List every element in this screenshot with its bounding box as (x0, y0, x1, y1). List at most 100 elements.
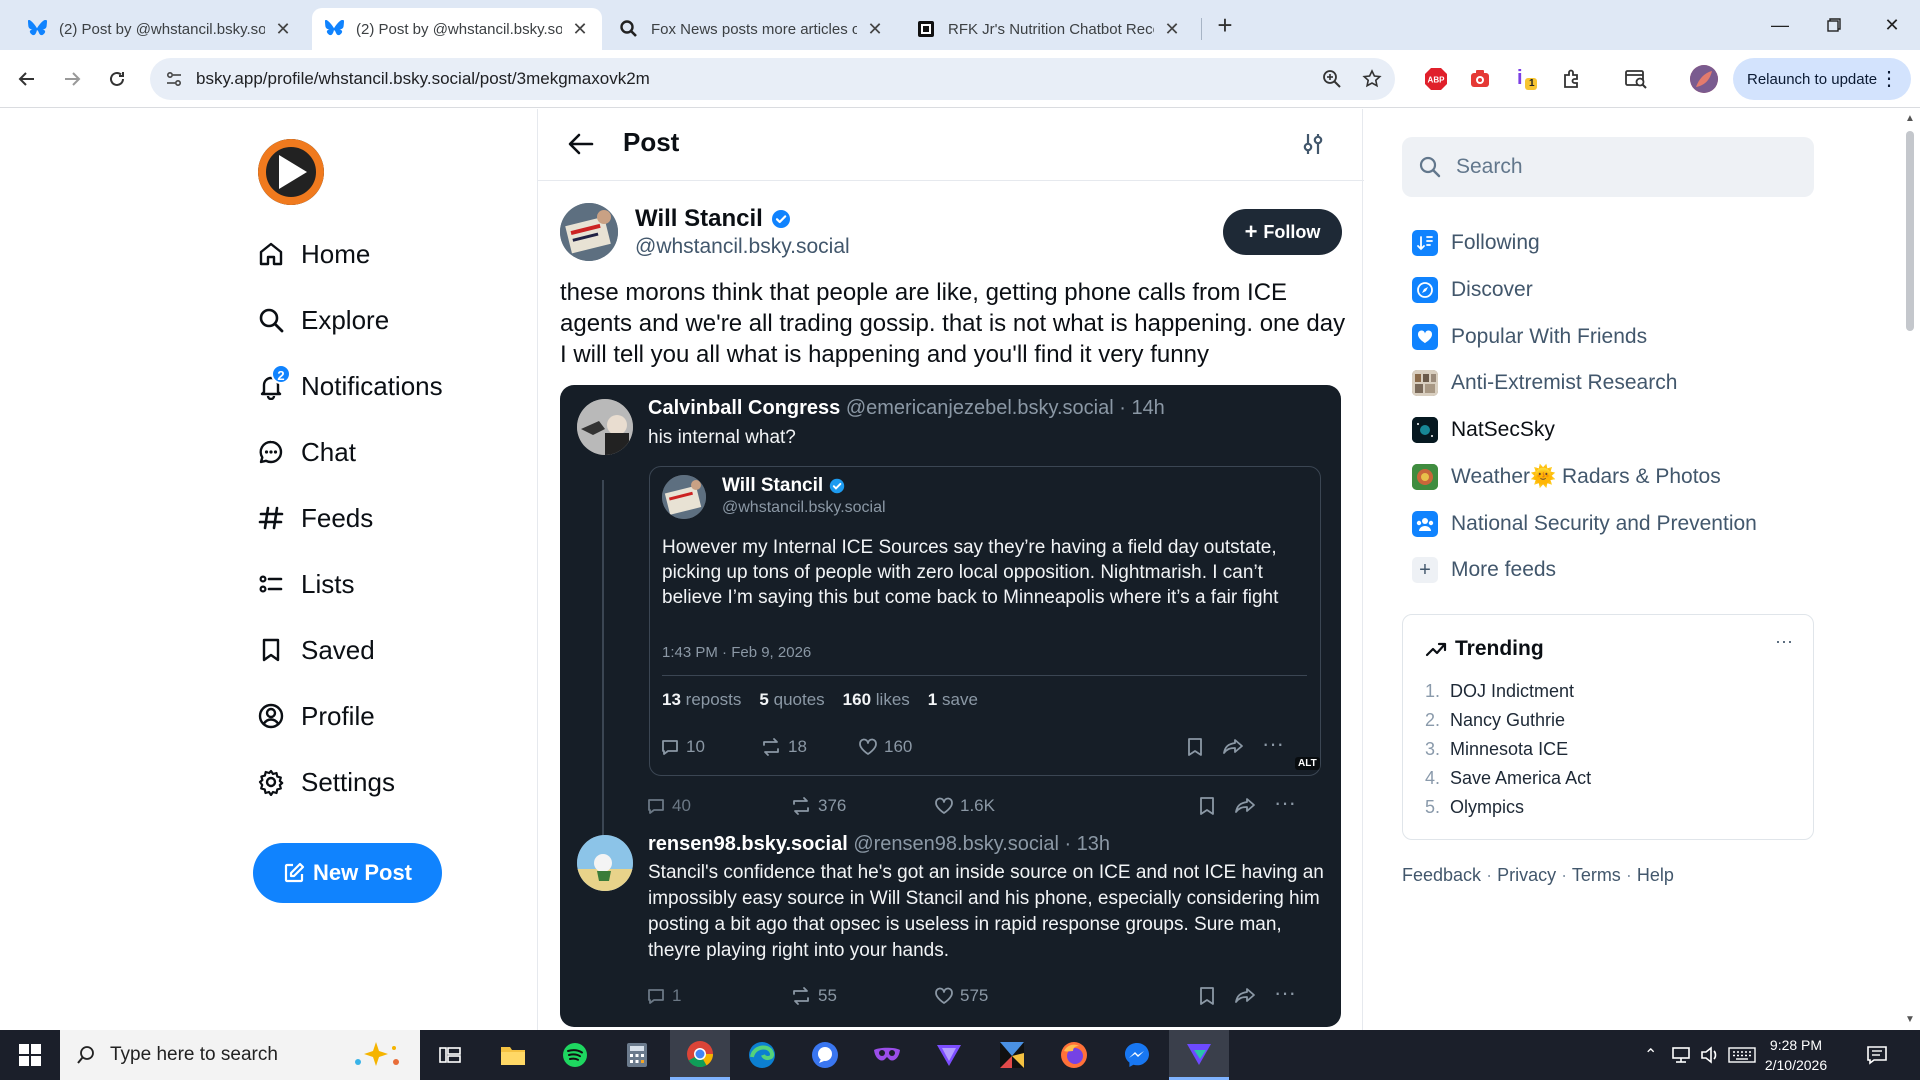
feed-item-national-security-prevention[interactable]: National Security and Prevention (1412, 509, 1757, 539)
proton-vpn-icon[interactable] (919, 1030, 979, 1080)
trending-item[interactable]: 3. Minnesota ICE (1425, 739, 1568, 760)
firefox-icon[interactable] (1044, 1030, 1104, 1080)
research-feed-icon (1412, 370, 1438, 396)
search-input[interactable]: Search (1402, 137, 1814, 197)
feed-item-weather-radars-photos[interactable]: Weather🌞 Radars & Photos (1412, 462, 1721, 492)
messenger-icon[interactable] (1107, 1030, 1167, 1080)
author-name[interactable]: Will Stancil (635, 205, 791, 233)
quoted-post-stats: 13 reposts 5 quotes 160 likes 1 save (662, 690, 978, 710)
signal-icon[interactable] (795, 1030, 855, 1080)
nav-item-settings[interactable]: Settings (255, 762, 395, 802)
address-bar[interactable]: bsky.app/profile/whstancil.bsky.social/p… (150, 58, 1395, 100)
site-info-icon[interactable] (162, 67, 186, 91)
reload-button[interactable] (100, 62, 134, 96)
browser-tab-2[interactable]: (2) Post by @whstancil.bsky.soc ✕ (312, 8, 602, 50)
nav-item-home[interactable]: Home (255, 234, 370, 274)
browser-tab-4[interactable]: RFK Jr's Nutrition Chatbot Reco ✕ (904, 8, 1194, 50)
close-tab-icon[interactable]: ✕ (865, 19, 885, 40)
feed-item-popular-with-friends[interactable]: Popular With Friends (1412, 322, 1647, 352)
trending-item[interactable]: 4. Save America Act (1425, 768, 1591, 789)
scroll-down-icon[interactable]: ▼ (1905, 1014, 1915, 1025)
nav-item-chat[interactable]: Chat (255, 432, 356, 472)
feed-item-natsecsky[interactable]: NatSecSky (1412, 415, 1555, 445)
network-icon[interactable] (1670, 1030, 1692, 1080)
tray-chevron-icon[interactable]: ⌃ (1644, 1030, 1657, 1080)
author-handle[interactable]: @whstancil.bsky.social (635, 235, 850, 259)
more-feeds-link[interactable]: + More feeds (1412, 555, 1556, 585)
browser-tab-1[interactable]: (2) Post by @whstancil.bsky.soc ✕ (15, 8, 305, 50)
relaunch-to-update-button[interactable]: Relaunch to update ⋮ (1733, 58, 1911, 100)
trending-item[interactable]: 5. Olympics (1425, 797, 1524, 818)
nav-item-lists[interactable]: Lists (255, 564, 354, 604)
feedback-link[interactable]: Feedback (1402, 865, 1481, 885)
incognito-mask-icon[interactable] (857, 1030, 917, 1080)
profile-avatar[interactable] (1690, 65, 1718, 93)
quoted-author-handle: @whstancil.bsky.social (722, 499, 886, 516)
new-post-button[interactable]: New Post (253, 843, 442, 903)
nav-item-explore[interactable]: Explore (255, 300, 389, 340)
trending-item[interactable]: 2. Nancy Guthrie (1425, 710, 1565, 731)
thread-options-icon[interactable] (1300, 131, 1328, 159)
task-view-icon[interactable] (420, 1030, 480, 1080)
reply2-author-name: rensen98.bsky.social (648, 833, 848, 855)
close-window-button[interactable]: ✕ (1864, 0, 1920, 50)
taskbar-search-input[interactable]: Type here to search (60, 1030, 420, 1080)
reply2-reply-count: 1 (646, 986, 681, 1006)
forward-button[interactable] (55, 62, 89, 96)
back-arrow-icon[interactable] (566, 129, 596, 159)
bluesky-butterfly-icon (27, 19, 47, 39)
bookmark-icon (1198, 796, 1216, 816)
post-image-screenshot[interactable]: Calvinball Congress @emericanjezebel.bsk… (560, 385, 1341, 1027)
feed-item-discover[interactable]: Discover (1412, 275, 1533, 305)
scrollbar-thumb[interactable] (1906, 131, 1914, 331)
nav-item-notifications[interactable]: 2 Notifications (255, 364, 443, 406)
bluesky-page: Home Explore 2 Notifications Chat Feeds … (0, 109, 1920, 1030)
author-avatar[interactable] (560, 203, 618, 261)
nav-item-saved[interactable]: Saved (255, 630, 375, 670)
camera-extension-icon[interactable] (1466, 65, 1494, 93)
feed-item-anti-extremist-research[interactable]: Anti-Extremist Research (1412, 368, 1677, 398)
page-scrollbar[interactable]: ▲ ▼ (1900, 109, 1920, 1030)
maps-app-icon[interactable] (982, 1030, 1042, 1080)
quoted-post-card: Will Stancil @whstancil.bsky.social Howe… (649, 466, 1321, 776)
bookmark-star-icon[interactable] (1360, 67, 1384, 91)
file-explorer-icon[interactable] (483, 1030, 543, 1080)
help-link[interactable]: Help (1637, 865, 1674, 885)
close-tab-icon[interactable]: ✕ (273, 19, 293, 40)
feed-item-following[interactable]: Following (1412, 228, 1540, 258)
post-thread-column: Post Will Stancil @whstancil.bsky.social… (537, 109, 1364, 1030)
start-button[interactable] (0, 1030, 60, 1080)
terms-link[interactable]: Terms (1572, 865, 1621, 885)
tab-search-icon[interactable] (1622, 65, 1650, 93)
scroll-up-icon[interactable]: ▲ (1905, 113, 1915, 124)
new-tab-button[interactable]: + (1210, 10, 1240, 40)
close-tab-icon[interactable]: ✕ (1162, 19, 1182, 40)
trending-more-icon[interactable]: ··· (1775, 631, 1793, 652)
back-button[interactable] (10, 62, 44, 96)
restore-window-button[interactable] (1806, 0, 1862, 50)
calculator-icon[interactable] (607, 1030, 667, 1080)
minimize-window-button[interactable]: — (1752, 0, 1808, 50)
search-icon (1418, 155, 1442, 179)
user-avatar-logo[interactable] (258, 139, 324, 205)
close-tab-icon[interactable]: ✕ (570, 19, 590, 40)
action-center-icon[interactable] (1866, 1030, 1888, 1080)
spotify-icon[interactable] (545, 1030, 605, 1080)
follow-button[interactable]: + Follow (1223, 209, 1342, 255)
chrome-icon[interactable] (670, 1030, 730, 1080)
trending-item[interactable]: 1. DOJ Indictment (1425, 681, 1574, 702)
zoom-icon[interactable] (1320, 67, 1344, 91)
proton-app-icon[interactable] (1169, 1030, 1229, 1080)
browser-tab-3[interactable]: Fox News posts more articles o ✕ (607, 8, 897, 50)
keyboard-icon[interactable] (1728, 1030, 1756, 1080)
info-extension-icon[interactable]: i 1 (1512, 65, 1540, 93)
nav-item-profile[interactable]: Profile (255, 696, 375, 736)
nav-item-feeds[interactable]: Feeds (255, 498, 373, 538)
extensions-puzzle-icon[interactable] (1558, 65, 1586, 93)
taskbar-clock[interactable]: 9:28 PM 2/10/2026 (1756, 1035, 1836, 1075)
edge-icon[interactable] (732, 1030, 792, 1080)
privacy-link[interactable]: Privacy (1497, 865, 1556, 885)
adblock-extension-icon[interactable]: ABP (1422, 65, 1450, 93)
trending-card: Trending ··· 1. DOJ Indictment 2. Nancy Gu… (1402, 614, 1814, 840)
volume-icon[interactable] (1700, 1030, 1722, 1080)
